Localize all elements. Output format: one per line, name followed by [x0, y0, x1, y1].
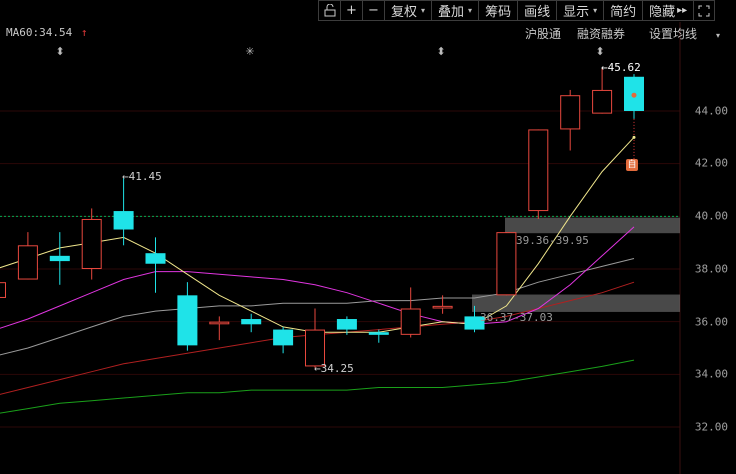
candle-body-down [336, 319, 357, 330]
y-tick-label: 34.00 [694, 367, 728, 381]
margin-link[interactable]: 融资融券 [569, 25, 633, 42]
zoom-out-button[interactable]: − [362, 0, 384, 21]
candle-body-down [177, 295, 198, 346]
event-marker-icon[interactable]: ⬍ [55, 45, 64, 58]
peak-price-annotation: ←45.62 [601, 61, 641, 74]
adjust-rights-label: 复权 [391, 5, 418, 20]
y-tick-label: 42.00 [694, 156, 728, 170]
chart-toolbar: + − 复权 ▾ 叠加 ▾ 筹码 画线 显示 ▾ 简约 隐藏 ▸▸ [318, 0, 736, 21]
low-price-annotation: ←34.25 [314, 362, 354, 375]
caret-down-icon: ▾ [593, 6, 598, 15]
hgt-link[interactable]: 沪股通 [517, 25, 569, 42]
candle-body-up [0, 282, 6, 298]
upper-band-label: 39.36-39.95 [516, 234, 589, 247]
event-marker-icon[interactable]: ⬍ [436, 45, 445, 58]
ma-settings-link[interactable]: 设置均线 ▾ [633, 25, 736, 42]
candle-body-down [241, 319, 262, 325]
y-tick-label: 38.00 [694, 262, 728, 276]
simple-mode-label: 简约 [610, 5, 637, 20]
event-marker-icon[interactable]: ✳ [245, 45, 254, 58]
candle-body-up [592, 89, 613, 114]
simple-mode-button[interactable]: 简约 [603, 0, 643, 21]
hide-label: 隐藏 [649, 5, 676, 20]
event-marker-icon[interactable]: ⬍ [595, 45, 604, 58]
candle-body-up [432, 305, 453, 309]
candle-body-up [400, 308, 421, 335]
y-tick-label: 36.00 [694, 315, 728, 329]
candle-body-up [496, 232, 517, 296]
zoom-in-icon: + [346, 3, 357, 18]
current-price-dot [631, 92, 637, 98]
chips-button[interactable]: 筹码 [478, 0, 518, 21]
ma-settings-label: 设置均线 [648, 27, 697, 41]
chips-label: 筹码 [485, 5, 512, 20]
draw-line-button[interactable]: 画线 [517, 0, 557, 21]
mid-high-value: 41.45 [128, 170, 162, 183]
price-band [472, 294, 680, 312]
low-price-value: 34.25 [320, 362, 354, 375]
overlay-label: 叠加 [438, 5, 465, 20]
candle-body-down [145, 253, 166, 264]
adjust-rights-menu[interactable]: 复权 ▾ [384, 0, 432, 21]
candle-body-down [49, 255, 70, 262]
price-band [505, 217, 680, 234]
candle-body-up [17, 245, 38, 280]
double-chevron-right-icon: ▸▸ [677, 5, 688, 16]
ma60-name: MA60: [6, 26, 40, 39]
mid-high-annotation: ←41.45 [122, 170, 162, 183]
candle-body-down [273, 329, 294, 346]
candle-body-up [305, 329, 325, 367]
zoom-in-button[interactable]: + [340, 0, 362, 21]
display-menu[interactable]: 显示 ▾ [556, 0, 604, 21]
draw-line-label: 画线 [524, 5, 551, 20]
caret-down-icon: ▾ [468, 6, 473, 15]
candle-body-down [368, 332, 389, 335]
candle-body-up [209, 321, 230, 325]
ma5-end-dot [632, 135, 636, 139]
candle-body-up [528, 129, 549, 212]
candle-body-up [560, 95, 581, 130]
candle-body-up [81, 218, 102, 269]
ma60-value: 34.54 [39, 26, 73, 39]
zoom-out-icon: − [368, 3, 379, 18]
overlay-menu[interactable]: 叠加 ▾ [431, 0, 479, 21]
ma60-indicator: MA60:34.54 ↑ [6, 26, 88, 39]
candle-body-down [113, 211, 134, 230]
y-tick-label: 32.00 [694, 420, 728, 434]
sub-links: 沪股通 融资融券 设置均线 ▾ [517, 25, 736, 42]
caret-down-icon: ▾ [421, 6, 426, 15]
caret-down-icon: ▾ [715, 31, 720, 40]
hide-button[interactable]: 隐藏 ▸▸ [642, 0, 694, 21]
display-label: 显示 [563, 5, 590, 20]
unlock-icon[interactable] [318, 0, 340, 21]
lower-band-label: 36.37-37.03 [480, 311, 553, 324]
self-select-badge[interactable]: 自 [626, 159, 638, 171]
up-arrow-icon: ↑ [80, 26, 88, 39]
y-tick-label: 44.00 [694, 104, 728, 118]
y-tick-label: 40.00 [694, 209, 728, 223]
peak-price-value: 45.62 [607, 61, 641, 74]
fullscreen-icon[interactable] [693, 0, 716, 21]
